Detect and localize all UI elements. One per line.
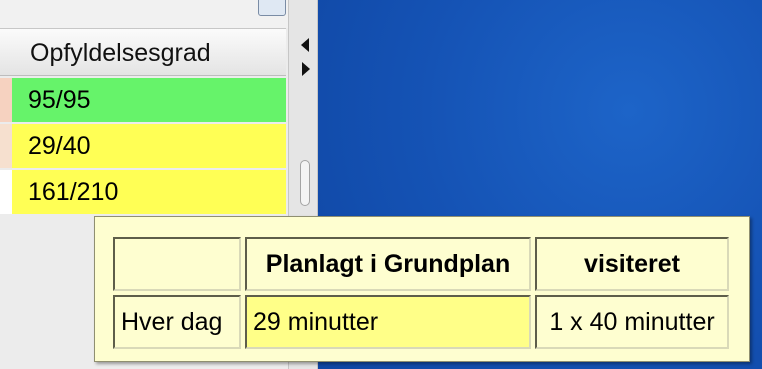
table-row[interactable]: 95/95 bbox=[0, 78, 286, 122]
tooltip-table: Planlagt i Grundplan visiteret Hver dag … bbox=[109, 233, 733, 353]
tooltip-header-empty bbox=[113, 237, 241, 291]
top-strip bbox=[0, 0, 288, 28]
row-edge-cell bbox=[0, 170, 12, 214]
row-edge-cell bbox=[0, 78, 12, 122]
cell-value: 29/40 bbox=[28, 132, 91, 160]
cell-value: 95/95 bbox=[28, 86, 91, 114]
cell-value: 161/210 bbox=[28, 178, 119, 206]
tooltip-cell-planned: 29 minutter bbox=[245, 295, 531, 349]
tooltip-cell-visited: 1 x 40 minutter bbox=[535, 295, 729, 349]
tooltip-data-row: Hver dag 29 minutter 1 x 40 minutter bbox=[113, 295, 729, 349]
scroll-corner-button[interactable] bbox=[258, 0, 286, 16]
tooltip-popup: Planlagt i Grundplan visiteret Hver dag … bbox=[94, 216, 750, 362]
expand-right-icon[interactable] bbox=[302, 62, 310, 76]
tooltip-cell-frequency: Hver dag bbox=[113, 295, 241, 349]
tooltip-header-visiteret: visiteret bbox=[535, 237, 729, 291]
column-header-opfyldelsesgrad[interactable]: Opfyldelsesgrad bbox=[0, 28, 286, 76]
collapse-left-icon[interactable] bbox=[301, 38, 309, 52]
row-edge-cell bbox=[0, 124, 12, 168]
tooltip-header-row: Planlagt i Grundplan visiteret bbox=[113, 237, 729, 291]
table-row[interactable]: 29/40 bbox=[0, 124, 286, 168]
splitter-grip-handle[interactable] bbox=[300, 160, 310, 206]
table-row[interactable]: 161/210 bbox=[0, 170, 286, 214]
tooltip-header-planlagt: Planlagt i Grundplan bbox=[245, 237, 531, 291]
